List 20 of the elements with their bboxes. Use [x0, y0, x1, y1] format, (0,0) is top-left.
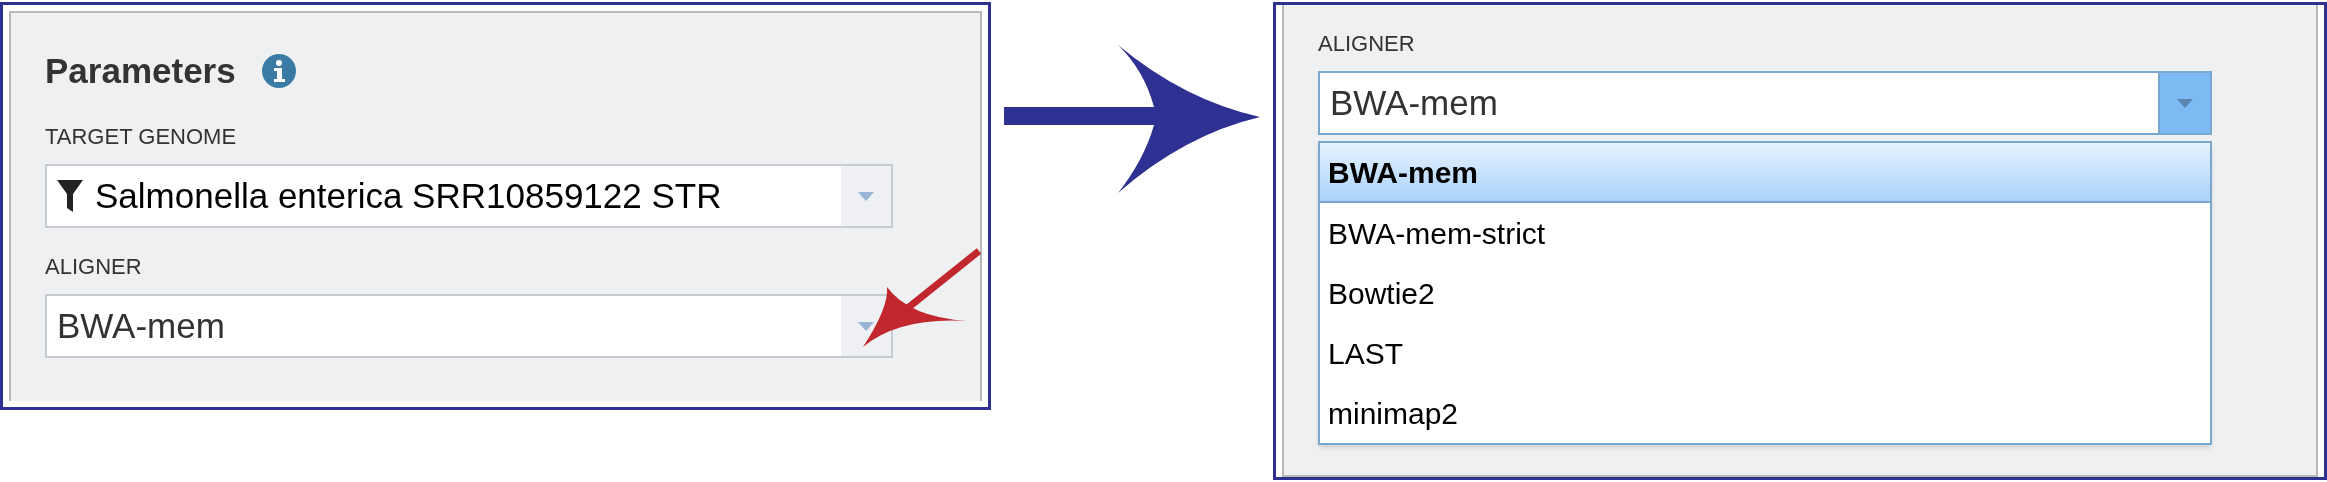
field-label: TARGET GENOME [45, 126, 238, 148]
panel-title: Parameters [45, 53, 236, 88]
select-field[interactable]: Salmonella enterica SRR10859122 STR [45, 164, 893, 228]
field-label: ALIGNER [1318, 33, 1416, 55]
select-field[interactable]: BWA-mem [1318, 71, 2212, 135]
select-value: BWA-mem [1330, 81, 1498, 124]
select-value: BWA-mem [57, 304, 225, 347]
dropdown-option[interactable]: Bowtie2 [1320, 263, 2210, 323]
caret-icon [2177, 98, 2193, 108]
field-label: ALIGNER [45, 256, 143, 278]
select-field[interactable]: BWA-mem [45, 294, 893, 358]
dropdown-option[interactable]: BWA-mem-strict [1320, 203, 2210, 263]
select-value: Salmonella enterica SRR10859122 STR [95, 174, 722, 217]
dropdown-option[interactable]: minimap2 [1320, 383, 2210, 443]
info-icon[interactable] [261, 53, 296, 88]
filter-icon [57, 178, 83, 214]
caret-icon [858, 191, 874, 201]
dropdown-option[interactable]: LAST [1320, 323, 2210, 383]
dropdown-option[interactable]: BWA-mem [1320, 143, 2210, 203]
caret-icon [858, 321, 874, 331]
